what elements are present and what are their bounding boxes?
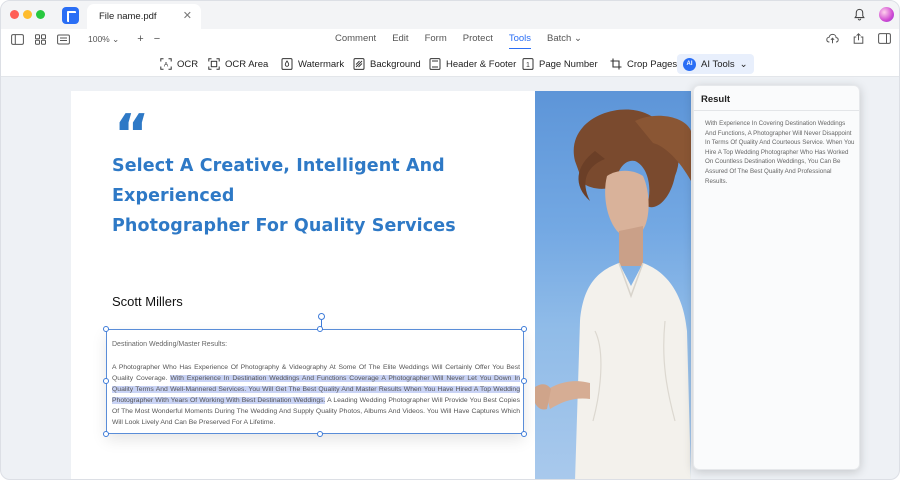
page-heading[interactable]: Select A Creative, Intelligent And Exper… bbox=[112, 151, 492, 241]
textbox-body[interactable]: A Photographer Who Has Experience Of Pho… bbox=[112, 362, 520, 428]
crop-pages-label: Crop Pages bbox=[627, 58, 678, 70]
ocr-icon: A bbox=[160, 58, 172, 70]
cloud-upload-icon[interactable] bbox=[826, 33, 839, 44]
result-panel[interactable]: Result With Experience In Covering Desti… bbox=[693, 85, 860, 470]
view-controls: 100% ⌄ + − bbox=[11, 33, 160, 45]
resize-handle-left[interactable] bbox=[103, 378, 109, 384]
watermark-icon bbox=[281, 58, 293, 70]
tab-form[interactable]: Form bbox=[417, 33, 455, 44]
tab-edit[interactable]: Edit bbox=[384, 33, 416, 44]
chevron-down-icon: ⌄ bbox=[573, 33, 582, 44]
pdf-page[interactable]: “ Select A Creative, Intelligent And Exp… bbox=[71, 91, 691, 479]
app-logo-icon bbox=[62, 7, 79, 24]
background-button[interactable]: Background bbox=[353, 54, 421, 74]
chevron-down-icon: ⌄ bbox=[739, 58, 748, 70]
title-bar: File name.pdf ✕ bbox=[1, 1, 899, 29]
resize-handle-top-right[interactable] bbox=[521, 326, 527, 332]
ai-tools-button[interactable]: AI AI Tools ⌄ bbox=[677, 54, 754, 74]
ocr-area-button[interactable]: OCR Area bbox=[208, 54, 268, 74]
header-footer-button[interactable]: Header & Footer bbox=[429, 54, 516, 74]
resize-handle-top[interactable] bbox=[317, 326, 323, 332]
share-icon[interactable] bbox=[852, 33, 865, 44]
crop-icon bbox=[610, 58, 622, 70]
resize-handle-bottom-right[interactable] bbox=[521, 431, 527, 437]
background-icon bbox=[353, 58, 365, 70]
notification-bell-icon[interactable] bbox=[853, 8, 866, 21]
sidebar-toggle-icon[interactable] bbox=[11, 33, 24, 45]
page-number-label: Page Number bbox=[539, 58, 598, 70]
main-menu-tabs: Comment Edit Form Protect Tools Batch ⌄ bbox=[327, 33, 590, 49]
share-controls bbox=[826, 33, 891, 44]
result-title: Result bbox=[701, 94, 731, 105]
resize-handle-right[interactable] bbox=[521, 378, 527, 384]
heading-line-1: Select A Creative, Intelligent And Exper… bbox=[112, 156, 445, 206]
tab-batch-label: Batch bbox=[547, 33, 572, 44]
panel-toggle-icon[interactable] bbox=[878, 33, 891, 44]
watermark-button[interactable]: Watermark bbox=[281, 54, 344, 74]
grid-view-icon[interactable] bbox=[34, 33, 47, 45]
resize-handle-bottom[interactable] bbox=[317, 431, 323, 437]
rotate-handle[interactable] bbox=[318, 313, 325, 320]
watermark-label: Watermark bbox=[298, 58, 345, 70]
zoom-chevron-icon: ⌄ bbox=[112, 33, 120, 44]
resize-handle-bottom-left[interactable] bbox=[103, 431, 109, 437]
close-tab-icon[interactable]: ✕ bbox=[183, 9, 192, 22]
result-text[interactable]: With Experience In Covering Destination … bbox=[705, 119, 855, 186]
tab-batch[interactable]: Batch ⌄ bbox=[539, 33, 590, 44]
ocr-button[interactable]: A OCR bbox=[160, 54, 198, 74]
close-window-button[interactable] bbox=[10, 10, 19, 19]
tab-protect[interactable]: Protect bbox=[455, 33, 501, 44]
ai-icon: AI bbox=[683, 57, 696, 71]
tools-toolbar: A OCR OCR Area Watermark Background Head… bbox=[1, 51, 899, 77]
result-divider bbox=[694, 110, 859, 111]
file-tab[interactable]: File name.pdf ✕ bbox=[87, 4, 201, 29]
app-window: File name.pdf ✕ 100% ⌄ + − Comment Edit … bbox=[0, 0, 900, 480]
photo-image bbox=[535, 91, 691, 479]
ocr-label: OCR bbox=[177, 58, 199, 70]
heading-line-2: Photographer For Quality Services bbox=[112, 216, 456, 236]
ai-tools-label: AI Tools bbox=[701, 58, 735, 70]
zoom-out-button[interactable]: − bbox=[154, 33, 160, 45]
file-tab-name: File name.pdf bbox=[99, 11, 157, 22]
background-label: Background bbox=[370, 58, 421, 70]
woman-photo-illustration bbox=[535, 109, 691, 479]
resize-handle-top-left[interactable] bbox=[103, 326, 109, 332]
textbox-title: Destination Wedding/Master Results: bbox=[112, 341, 228, 348]
maximize-window-button[interactable] bbox=[36, 10, 45, 19]
header-footer-icon bbox=[429, 58, 441, 70]
page-layout-icon[interactable] bbox=[57, 34, 70, 45]
tab-comment[interactable]: Comment bbox=[327, 33, 384, 44]
zoom-in-button[interactable]: + bbox=[137, 33, 143, 45]
svg-text:1: 1 bbox=[526, 62, 530, 69]
menu-bar: 100% ⌄ + − Comment Edit Form Protect Too… bbox=[1, 29, 899, 51]
page-number-button[interactable]: 1 Page Number bbox=[522, 54, 598, 74]
ocr-area-icon bbox=[208, 58, 220, 70]
crop-pages-button[interactable]: Crop Pages bbox=[610, 54, 677, 74]
user-avatar[interactable] bbox=[879, 7, 894, 22]
minimize-window-button[interactable] bbox=[23, 10, 32, 19]
zoom-level[interactable]: 100% ⌄ bbox=[88, 34, 119, 45]
svg-text:A: A bbox=[164, 62, 169, 69]
ocr-area-label: OCR Area bbox=[225, 58, 269, 70]
selected-text-box[interactable]: Destination Wedding/Master Results: A Ph… bbox=[103, 326, 527, 437]
zoom-value: 100% bbox=[88, 33, 110, 44]
page-number-icon: 1 bbox=[522, 58, 534, 70]
header-footer-label: Header & Footer bbox=[446, 58, 517, 70]
author-name[interactable]: Scott Millers bbox=[112, 294, 183, 309]
tab-tools[interactable]: Tools bbox=[501, 33, 539, 49]
